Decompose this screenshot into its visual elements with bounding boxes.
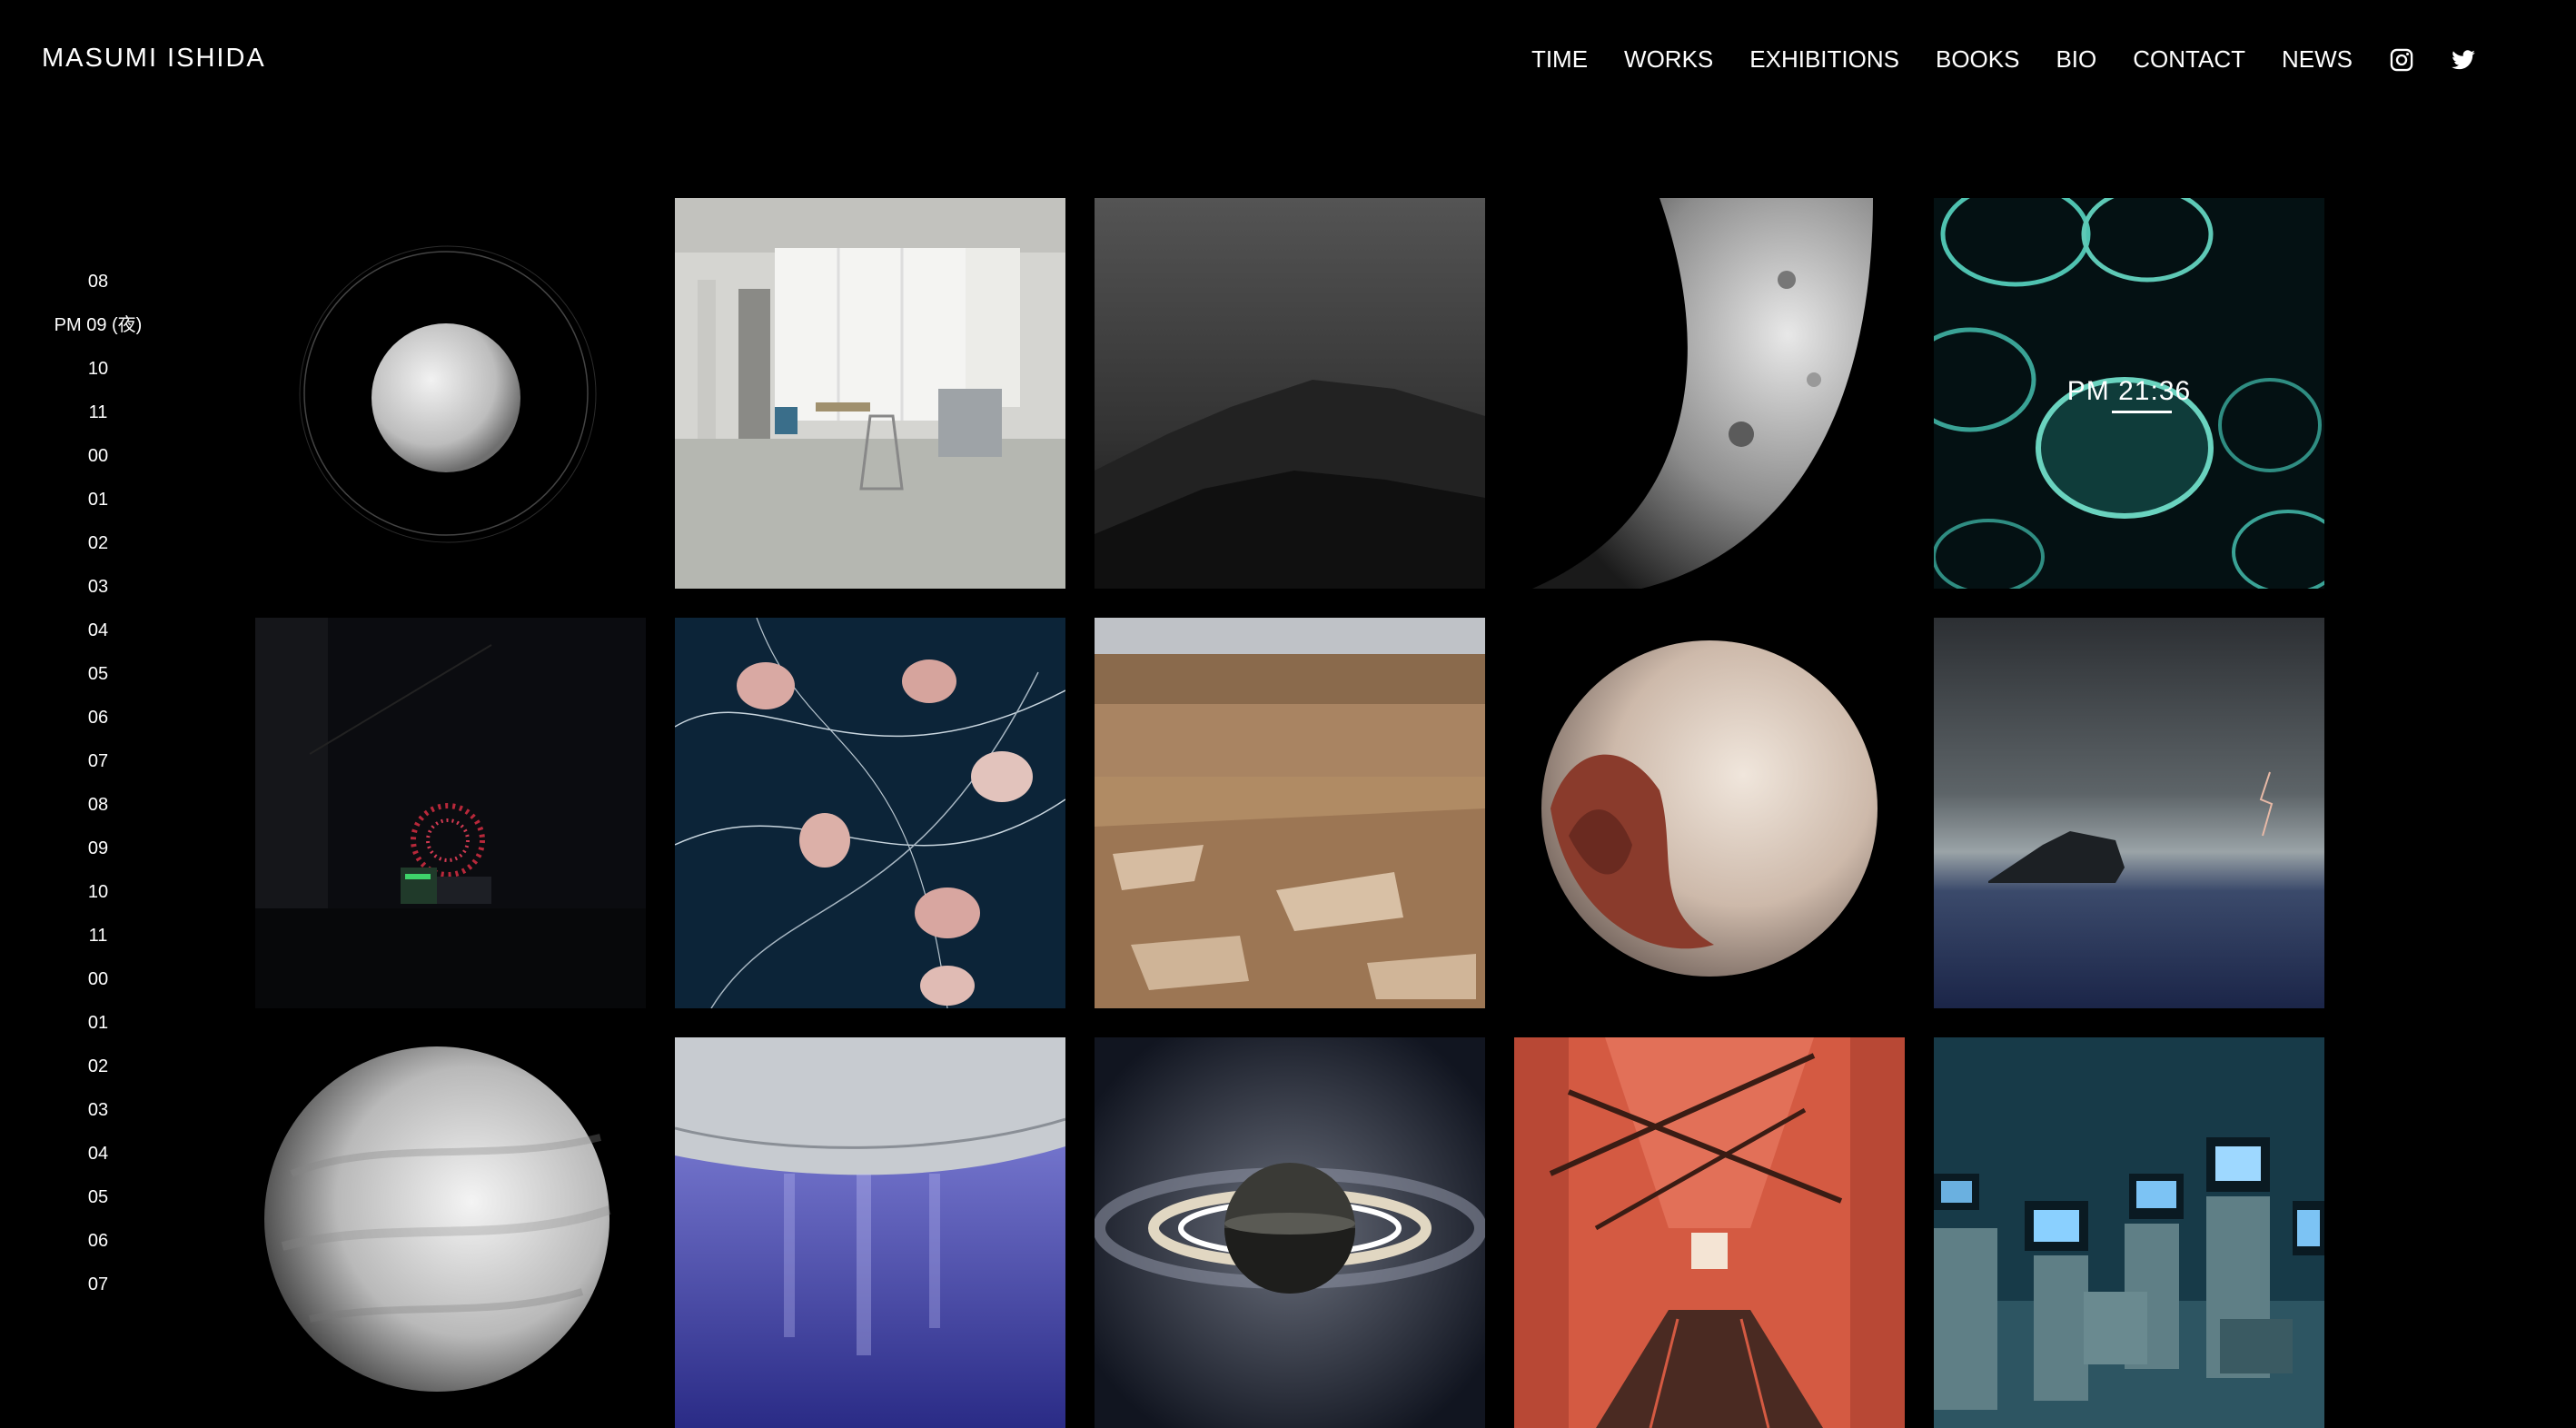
timeline-hour[interactable]: 06 <box>27 1228 169 1272</box>
photo-tile-planet-ring[interactable] <box>255 198 646 589</box>
timeline-hour[interactable]: 11 <box>27 923 169 967</box>
photo-tile-pluto[interactable] <box>1514 618 1905 1008</box>
timeline-hour[interactable]: 05 <box>27 661 169 705</box>
timeline-hour-current[interactable]: PM 09 (夜) <box>27 312 169 356</box>
timeline-hour[interactable]: 07 <box>27 749 169 792</box>
instagram-icon[interactable] <box>2389 47 2414 73</box>
nav-item-time[interactable]: TIME <box>1531 45 1588 74</box>
timeline-hour[interactable]: 01 <box>27 487 169 531</box>
timeline-hour[interactable]: 04 <box>27 618 169 661</box>
photo-tile-venus[interactable] <box>255 1037 646 1428</box>
timeline-hour[interactable]: 00 <box>27 443 169 487</box>
timeline-hour[interactable]: 03 <box>27 1097 169 1141</box>
timeline-hour[interactable]: 10 <box>27 879 169 923</box>
hour-timeline: 08 PM 09 (夜) 10 11 00 01 02 03 04 05 06 … <box>27 269 169 1315</box>
photo-tile-jellyfish-lines[interactable] <box>675 618 1065 1008</box>
nav-item-works[interactable]: WORKS <box>1624 45 1713 74</box>
photo-tile-moon-crescent[interactable] <box>1514 198 1905 589</box>
timeline-hour[interactable]: 02 <box>27 531 169 574</box>
timeline-hour[interactable]: 04 <box>27 1141 169 1185</box>
timeline-hour[interactable]: 01 <box>27 1010 169 1054</box>
timeline-hour[interactable]: 08 <box>27 792 169 836</box>
photo-tile-tv-room[interactable] <box>1934 1037 2324 1428</box>
photo-tile-icy-moon-plume[interactable] <box>675 1037 1065 1428</box>
nav-item-news[interactable]: NEWS <box>2282 45 2353 74</box>
photo-tile-saturn[interactable] <box>1095 1037 1485 1428</box>
timeline-hour[interactable]: 05 <box>27 1185 169 1228</box>
hover-time-underline <box>2112 411 2172 413</box>
nav-item-bio[interactable]: BIO <box>2056 45 2096 74</box>
photo-tile-foggy-mountain[interactable] <box>1095 198 1485 589</box>
nav-item-exhibitions[interactable]: EXHIBITIONS <box>1749 45 1899 74</box>
timeline-hour[interactable]: 10 <box>27 356 169 400</box>
photo-grid: PM 21:36 <box>255 198 2326 1428</box>
site-title[interactable]: MASUMI ISHIDA <box>42 44 266 74</box>
photo-tile-stormy-sea[interactable] <box>1934 618 2324 1008</box>
timeline-hour[interactable]: 00 <box>27 967 169 1010</box>
twitter-icon[interactable] <box>2451 47 2476 73</box>
timeline-hour[interactable]: 07 <box>27 1272 169 1315</box>
photo-tile-jellyfish-teal[interactable]: PM 21:36 <box>1934 198 2324 589</box>
hover-time-label: PM 21:36 <box>2066 376 2192 406</box>
timeline-hour[interactable]: 02 <box>27 1054 169 1097</box>
photo-tile-office-room[interactable] <box>675 198 1065 589</box>
nav-item-contact[interactable]: CONTACT <box>2133 45 2245 74</box>
photo-tile-red-stairwell[interactable] <box>1514 1037 1905 1428</box>
timeline-hour[interactable]: 03 <box>27 574 169 618</box>
main-nav: TIME WORKS EXHIBITIONS BOOKS BIO CONTACT… <box>1495 45 2476 74</box>
timeline-hour[interactable]: 08 <box>27 269 169 312</box>
timeline-hour[interactable]: 09 <box>27 836 169 879</box>
photo-tile-mars-landscape[interactable] <box>1095 618 1485 1008</box>
timeline-hour[interactable]: 11 <box>27 400 169 443</box>
timeline-hour[interactable]: 06 <box>27 705 169 749</box>
nav-item-books[interactable]: BOOKS <box>1936 45 2019 74</box>
photo-tile-fireworks-night[interactable] <box>255 618 646 1008</box>
